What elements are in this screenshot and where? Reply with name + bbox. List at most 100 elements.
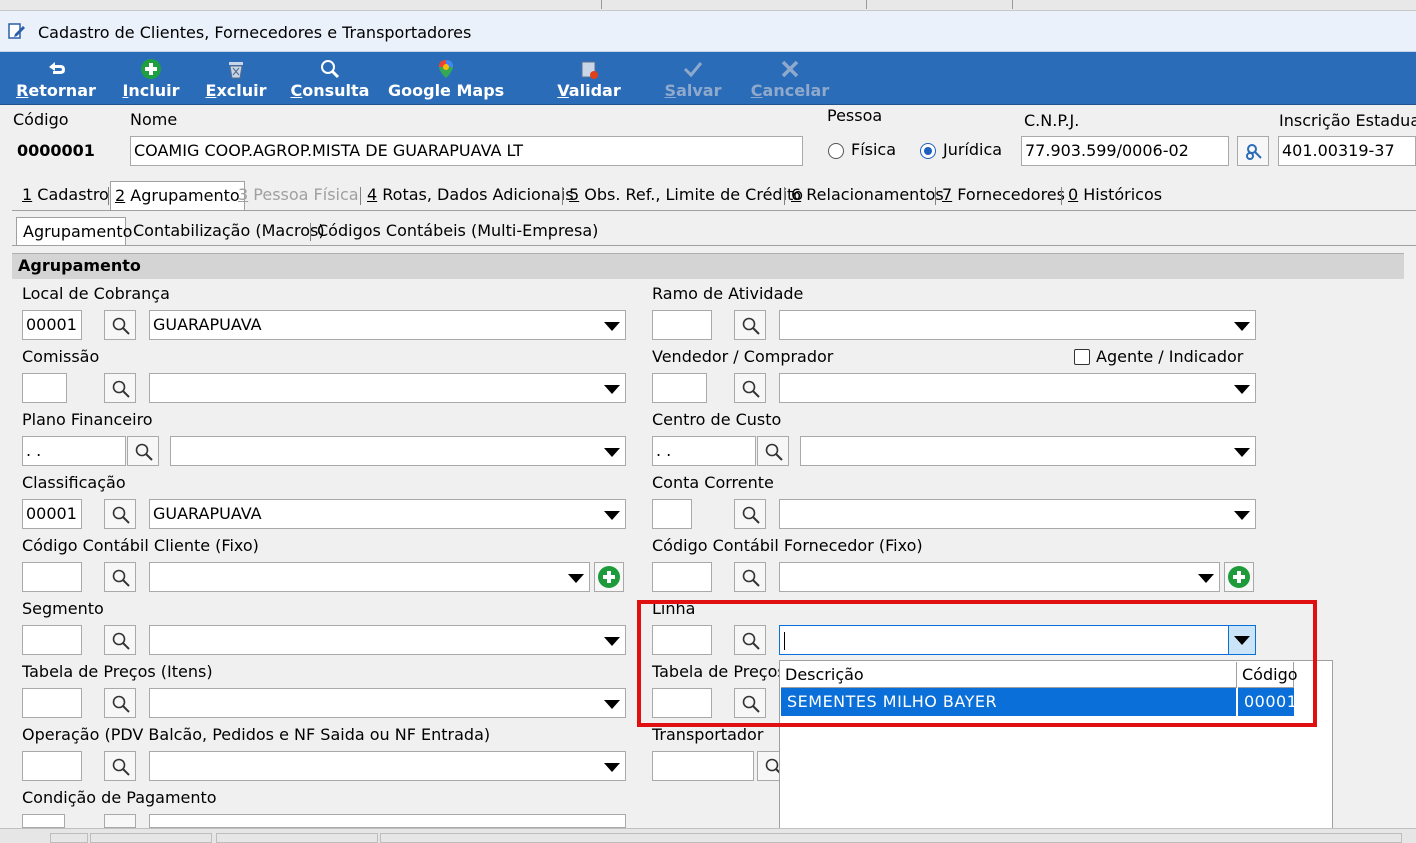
cancelar-button[interactable]: Cancelar: [748, 52, 832, 104]
ie-field[interactable]: 401.00319-37: [1278, 136, 1416, 166]
validar-button[interactable]: Validar: [554, 52, 624, 104]
tab-fornecedores[interactable]: 7 Fornecedores: [938, 181, 1069, 210]
undo-arrow-icon: [49, 62, 65, 74]
fisica-radio[interactable]: [828, 143, 844, 159]
operacao-combo[interactable]: [149, 751, 626, 781]
cod-contabil-fornecedor-combo[interactable]: [779, 562, 1220, 592]
tabela-precos-itens-combo[interactable]: [149, 688, 626, 718]
cnpj-lookup-button[interactable]: [1237, 136, 1269, 166]
cod-contabil-fornecedor-code[interactable]: [652, 562, 712, 592]
excluir-button[interactable]: Excluir: [203, 52, 269, 104]
google-maps-button[interactable]: Google Maps: [388, 52, 504, 104]
plus-circle-icon: [1228, 566, 1250, 588]
window-title: Cadastro de Clientes, Fornecedores e Tra…: [38, 23, 472, 42]
comissao-code[interactable]: [22, 373, 67, 403]
consulta-button[interactable]: Consulta: [288, 52, 372, 104]
comissao-search-button[interactable]: [104, 373, 136, 403]
conta-corrente-search-button[interactable]: [734, 499, 766, 529]
add-cod-contabil-cliente-button[interactable]: [594, 562, 624, 592]
condicao-pagamento-search-button[interactable]: [104, 814, 136, 828]
agente-checkbox[interactable]: [1074, 349, 1090, 365]
transportador-code[interactable]: [652, 751, 754, 781]
codigo-label: Código: [13, 110, 69, 129]
form-edit-icon: [8, 23, 25, 39]
search-icon: [135, 443, 153, 461]
nome-field[interactable]: COAMIG COOP.AGROP.MISTA DE GUARAPUAVA LT: [130, 136, 803, 166]
cod-contabil-cliente-code[interactable]: [22, 562, 82, 592]
subtab-agrupamento[interactable]: Agrupamento: [16, 217, 132, 245]
search-icon: [112, 317, 130, 335]
map-pin-icon: [439, 60, 453, 78]
status-strip: [0, 828, 1416, 843]
local-cobranca-label: Local de Cobrança: [22, 284, 170, 303]
ramo-atividade-search-button[interactable]: [734, 310, 766, 340]
retornar-button[interactable]: Retornar: [10, 52, 102, 104]
local-cobranca-code[interactable]: 00001: [22, 310, 82, 340]
cod-contabil-cliente-search-button[interactable]: [104, 562, 136, 592]
incluir-button[interactable]: Incluir: [118, 52, 184, 104]
ramo-atividade-label: Ramo de Atividade: [652, 284, 804, 303]
operacao-search-button[interactable]: [104, 751, 136, 781]
cod-contabil-cliente-combo[interactable]: [149, 562, 590, 592]
condicao-pagamento-combo[interactable]: [149, 814, 626, 828]
subtab-codigos-contabeis[interactable]: Códigos Contábeis (Multi-Empresa): [317, 221, 598, 240]
subtab-separator: [310, 223, 311, 241]
tab-relacionamentos[interactable]: 6 Relacionamentos: [787, 181, 948, 210]
condicao-pagamento-code[interactable]: [22, 814, 65, 828]
juridica-radio[interactable]: [920, 143, 936, 159]
tabela-precos-itens-code[interactable]: [22, 688, 82, 718]
plano-financeiro-combo[interactable]: [170, 436, 626, 466]
subtab-contabilizacao[interactable]: Contabilização (Macros): [133, 221, 325, 240]
tab-rotas[interactable]: 4 Rotas, Dados Adicionais: [363, 181, 578, 210]
local-cobranca-search-button[interactable]: [104, 310, 136, 340]
plano-financeiro-search-button[interactable]: [127, 436, 159, 466]
ramo-atividade-combo[interactable]: [779, 310, 1256, 340]
fisica-label: Física: [851, 140, 897, 159]
centro-custo-combo[interactable]: [800, 436, 1256, 466]
operacao-code[interactable]: [22, 751, 82, 781]
search-icon: [112, 569, 130, 587]
tab-pessoa-fisica[interactable]: 3 Pessoa Física: [234, 181, 363, 210]
add-cod-contabil-fornecedor-button[interactable]: [1224, 562, 1254, 592]
segmento-code[interactable]: [22, 625, 82, 655]
salvar-button[interactable]: Salvar: [660, 52, 726, 104]
chevron-down-icon: [1234, 385, 1250, 394]
search-icon: [742, 569, 760, 587]
chevron-down-icon: [604, 448, 620, 457]
cod-contabil-fornecedor-search-button[interactable]: [734, 562, 766, 592]
tab-agrupamento[interactable]: 2 Agrupamento: [110, 181, 245, 210]
cnpj-field[interactable]: 77.903.599/0006-02: [1021, 136, 1229, 166]
ramo-atividade-code[interactable]: [652, 310, 712, 340]
pessoa-label: Pessoa: [827, 106, 883, 125]
vendedor-code[interactable]: [652, 373, 707, 403]
conta-corrente-code[interactable]: [652, 499, 692, 529]
toolbar: Retornar Incluir Excluir Consulta Google…: [0, 52, 1416, 105]
local-cobranca-combo[interactable]: GUARAPUAVA: [149, 310, 626, 340]
plano-financeiro-code[interactable]: . .: [22, 436, 126, 466]
search-icon: [765, 443, 783, 461]
window-titlebar: Cadastro de Clientes, Fornecedores e Tra…: [0, 11, 1416, 52]
classificacao-search-button[interactable]: [104, 499, 136, 529]
conta-corrente-combo[interactable]: [779, 499, 1256, 529]
comissao-label: Comissão: [22, 347, 100, 366]
search-icon: [112, 506, 130, 524]
vendedor-search-button[interactable]: [734, 373, 766, 403]
comissao-combo[interactable]: [149, 373, 626, 403]
classificacao-code[interactable]: 00001: [22, 499, 82, 529]
validate-icon: [581, 61, 598, 79]
tab-cadastro[interactable]: 1 Cadastro: [18, 181, 113, 210]
top-strip-segment: [602, 0, 867, 9]
tab-historicos[interactable]: 0 Históricos: [1064, 181, 1166, 210]
search-icon: [112, 758, 130, 776]
centro-custo-code[interactable]: . .: [652, 436, 756, 466]
tab-separator: [935, 187, 936, 205]
centro-custo-search-button[interactable]: [757, 436, 789, 466]
condicao-pagamento-label: Condição de Pagamento: [22, 788, 217, 807]
vendedor-combo[interactable]: [779, 373, 1256, 403]
segmento-search-button[interactable]: [104, 625, 136, 655]
segmento-combo[interactable]: [149, 625, 626, 655]
classificacao-combo[interactable]: GUARAPUAVA: [149, 499, 626, 529]
tabela-precos-itens-search-button[interactable]: [104, 688, 136, 718]
chevron-down-icon: [604, 763, 620, 772]
tab-obs-ref[interactable]: 5 Obs. Ref., Limite de Crédito: [565, 181, 807, 210]
